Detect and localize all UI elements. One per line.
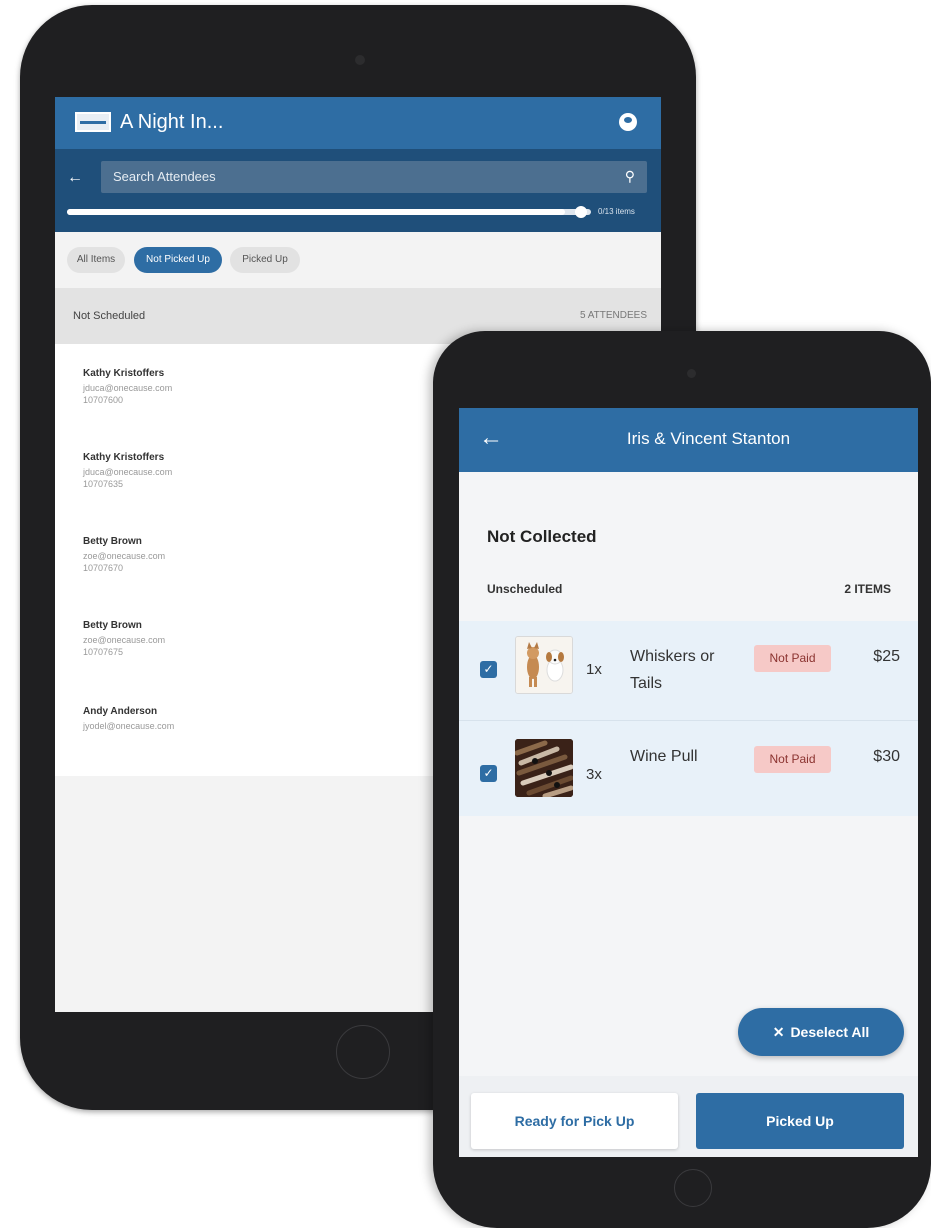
- item-quantity: 3x: [586, 766, 602, 783]
- attendee-name: Andy Anderson: [83, 706, 158, 717]
- attendee-id: 10707670: [83, 563, 124, 573]
- attendee-row[interactable]: Kathy Kristoffers jduca@onecause.com 107…: [83, 452, 172, 489]
- attendee-name: Kathy Kristoffers: [83, 452, 165, 463]
- chip-picked-up[interactable]: Picked Up: [230, 247, 300, 273]
- attendee-email: jduca@onecause.com: [83, 467, 173, 477]
- deselect-all-button[interactable]: ✕ Deselect All: [738, 1008, 904, 1056]
- detail-header: ← Iris & Vincent Stanton: [459, 408, 918, 472]
- item-checkbox[interactable]: ✓: [480, 661, 497, 678]
- attendee-email: jduca@onecause.com: [83, 383, 173, 393]
- attendee-name: Kathy Kristoffers: [83, 368, 165, 379]
- attendee-email: zoe@onecause.com: [83, 551, 166, 561]
- attendee-id: 10707675: [83, 647, 124, 657]
- search-placeholder: Search Attendees: [113, 169, 216, 184]
- camera: [355, 55, 365, 65]
- app-header: A Night In...: [55, 97, 661, 149]
- home-button: [674, 1169, 712, 1207]
- picked-up-button[interactable]: Picked Up: [696, 1093, 904, 1149]
- search-bar: ← Search Attendees ⚲ 0/13 items: [55, 149, 661, 232]
- attendee-name: Betty Brown: [83, 620, 142, 631]
- deselect-label: Deselect All: [790, 1024, 870, 1040]
- item-price: $30: [873, 748, 900, 765]
- front-tablet: ← Iris & Vincent Stanton Not Collected U…: [433, 331, 931, 1228]
- item-quantity: 1x: [586, 661, 602, 678]
- chip-all-items[interactable]: All Items: [67, 247, 125, 273]
- attendee-row[interactable]: Betty Brown zoe@onecause.com 10707670: [83, 536, 165, 573]
- progress-label: 0/13 items: [598, 207, 635, 216]
- section-count: 5 ATTENDEES: [579, 310, 647, 321]
- app-logo: [75, 112, 111, 132]
- attendee-email: jyodel@onecause.com: [83, 721, 175, 731]
- home-button: [336, 1025, 390, 1079]
- attendee-row[interactable]: Betty Brown zoe@onecause.com 10707675: [83, 620, 165, 657]
- attendee-row[interactable]: Kathy Kristoffers jduca@onecause.com 107…: [83, 368, 172, 405]
- collection-heading: Not Collected: [487, 527, 597, 546]
- search-input[interactable]: Search Attendees ⚲: [101, 161, 647, 193]
- search-icon[interactable]: ⚲: [625, 168, 635, 185]
- item-name: Whiskers or Tails: [630, 648, 715, 692]
- group-label: Unscheduled: [487, 582, 563, 596]
- item-thumbnail-pets: [515, 636, 573, 694]
- item-price: $25: [873, 648, 900, 665]
- front-screen: ← Iris & Vincent Stanton Not Collected U…: [459, 408, 918, 1157]
- pets-image: [516, 637, 572, 693]
- ready-for-pickup-button[interactable]: Ready for Pick Up: [471, 1093, 678, 1149]
- action-footer: Ready for Pick Up Picked Up: [459, 1076, 918, 1157]
- attendee-name: Betty Brown: [83, 536, 142, 547]
- attendee-row[interactable]: Andy Anderson jyodel@onecause.com: [83, 706, 174, 731]
- attendee-id: 10707600: [83, 395, 124, 405]
- item-row[interactable]: ✓ 3x Wine Pull Not Paid $30: [459, 721, 918, 816]
- filter-chips: All Items Not Picked Up Picked Up: [55, 232, 661, 288]
- item-row[interactable]: ✓ 1x Whiskers or Tails Not Paid $25: [459, 621, 918, 721]
- progress-handle: [575, 206, 587, 218]
- chip-not-picked-up[interactable]: Not Picked Up: [134, 247, 222, 273]
- wine-image: [515, 739, 573, 797]
- attendee-email: zoe@onecause.com: [83, 635, 166, 645]
- account-icon[interactable]: [619, 113, 637, 131]
- item-name: Wine Pull: [630, 748, 698, 765]
- section-title: Not Scheduled: [73, 310, 146, 322]
- back-arrow-icon[interactable]: ←: [67, 169, 83, 187]
- attendee-title: Iris & Vincent Stanton: [626, 429, 791, 448]
- item-checkbox[interactable]: ✓: [480, 765, 497, 782]
- app-title: A Night In...: [120, 111, 224, 133]
- progress-bar: [67, 209, 591, 215]
- camera: [687, 369, 696, 378]
- progress-fill: [67, 209, 565, 215]
- payment-status-badge: Not Paid: [754, 645, 831, 672]
- group-count: 2 ITEMS: [844, 582, 891, 596]
- payment-status-badge: Not Paid: [754, 746, 831, 773]
- attendee-id: 10707635: [83, 479, 124, 489]
- deselect-icon: ✕: [772, 1024, 785, 1040]
- item-thumbnail-wine: [515, 739, 573, 797]
